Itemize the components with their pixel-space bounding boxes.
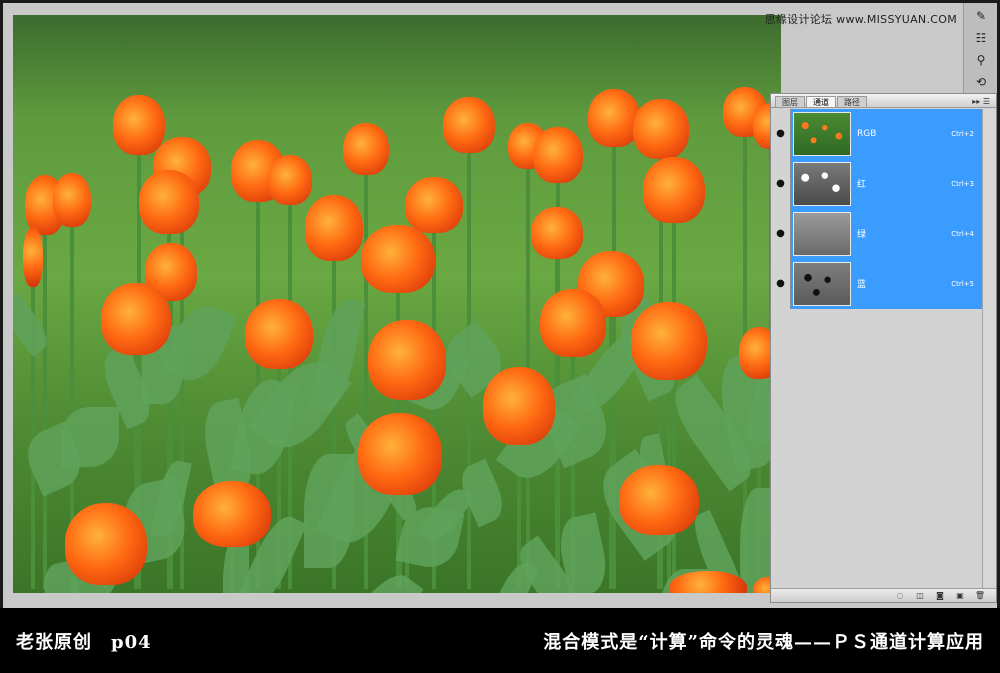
channel-thumbnail	[793, 211, 851, 256]
tulip-flower	[193, 481, 271, 547]
eye-icon[interactable]: ●	[771, 108, 791, 159]
panel-scrollbar[interactable]	[982, 109, 996, 589]
tulip-stem	[43, 231, 47, 589]
channel-name: 绿	[857, 230, 867, 240]
tulip-flower	[483, 367, 555, 445]
tulip-flower	[531, 207, 583, 259]
channel-shortcut: Ctrl+3	[951, 179, 974, 188]
tulip-flower	[23, 227, 43, 287]
tulip-flower	[643, 157, 705, 223]
channel-shortcut: Ctrl+4	[951, 229, 974, 238]
tulip-flower	[305, 195, 363, 261]
right-toolstrip: ✎ ☷ ⚲ ⟲	[963, 3, 997, 93]
tulip-flower	[540, 289, 606, 357]
mask-icon[interactable]: ▣	[954, 591, 966, 600]
caption-bar: 老张原创 p04 混合模式是“计算”命令的灵魂——ＰＳ通道计算应用	[0, 608, 1000, 673]
watermark: 思缘设计论坛 www.MISSYUAN.COM	[764, 13, 957, 26]
tulip-flower	[268, 155, 312, 205]
channel-row-blue[interactable]: ● 蓝 Ctrl+5	[771, 258, 982, 309]
channel-name: RGB	[857, 128, 877, 139]
channels-panel: 图层 通道 路径 ▸▸ ☰ ● RGB Ctrl+2 ● 红 Ctrl+3 ● …	[770, 93, 997, 603]
tulip-flower	[65, 503, 147, 585]
channel-name: 蓝	[857, 280, 867, 290]
channel-list: ● RGB Ctrl+2 ● 红 Ctrl+3 ● 绿 Ctrl+4 ● 蓝 C…	[771, 108, 982, 309]
panel-tabbar: 图层 通道 路径 ▸▸ ☰	[771, 94, 996, 108]
tulip-flower	[361, 225, 435, 293]
tulip-flower	[443, 97, 495, 153]
tulip-flower	[588, 89, 640, 147]
tulip-flower	[368, 320, 446, 400]
document-canvas[interactable]	[13, 15, 781, 593]
tulip-flower	[113, 95, 165, 155]
mixer-icon[interactable]: ☷	[970, 29, 992, 47]
channel-shortcut: Ctrl+2	[951, 129, 974, 138]
tulip-flower	[245, 299, 313, 369]
channel-row-red[interactable]: ● 红 Ctrl+3	[771, 158, 982, 209]
tulip-flower	[358, 413, 442, 495]
channel-row-rgb[interactable]: ● RGB Ctrl+2	[771, 108, 982, 159]
eye-icon[interactable]: ●	[771, 258, 791, 309]
photoshop-workspace: 思缘设计论坛 www.MISSYUAN.COM ✎ ☷ ⚲ ⟲ 图层 通道 路径…	[3, 3, 997, 608]
channel-thumbnail	[793, 161, 851, 206]
leaf	[61, 407, 119, 467]
tulip-flower	[631, 302, 707, 380]
load-selection-icon[interactable]: ◌	[894, 591, 906, 600]
channel-shortcut: Ctrl+5	[951, 279, 974, 288]
tulip-flower	[619, 465, 699, 535]
delete-icon[interactable]: 🗑	[974, 591, 986, 600]
caption-left: 老张原创 p04	[16, 631, 152, 653]
tulip-flower	[633, 99, 689, 159]
channel-thumbnail	[793, 261, 851, 306]
channel-name: 红	[857, 180, 867, 190]
tulip-flower	[139, 170, 199, 234]
stamp-icon[interactable]: ⚲	[970, 51, 992, 69]
tulip-flower	[343, 123, 389, 175]
channel-row-green[interactable]: ● 绿 Ctrl+4	[771, 208, 982, 259]
tulip-flower	[101, 283, 171, 355]
tab-channels[interactable]: 通道	[806, 96, 836, 107]
channel-thumbnail	[793, 111, 851, 156]
save-selection-icon[interactable]: ◫	[914, 591, 926, 600]
tulip-flower	[53, 173, 91, 227]
tab-layers[interactable]: 图层	[775, 96, 805, 107]
history-icon[interactable]: ⟲	[970, 73, 992, 91]
tulip-flower	[533, 127, 583, 183]
tulip-flower	[405, 177, 463, 233]
tab-paths[interactable]: 路径	[837, 96, 867, 107]
caption-right: 混合模式是“计算”命令的灵魂——ＰＳ通道计算应用	[543, 631, 984, 653]
panel-menu-icon[interactable]: ▸▸ ☰	[972, 96, 990, 107]
brush-icon[interactable]: ✎	[970, 7, 992, 25]
panel-footer: ◌ ◫ ◙ ▣ 🗑	[771, 588, 996, 602]
eye-icon[interactable]: ●	[771, 208, 791, 259]
eye-icon[interactable]: ●	[771, 158, 791, 209]
new-channel-icon[interactable]: ◙	[934, 591, 946, 600]
